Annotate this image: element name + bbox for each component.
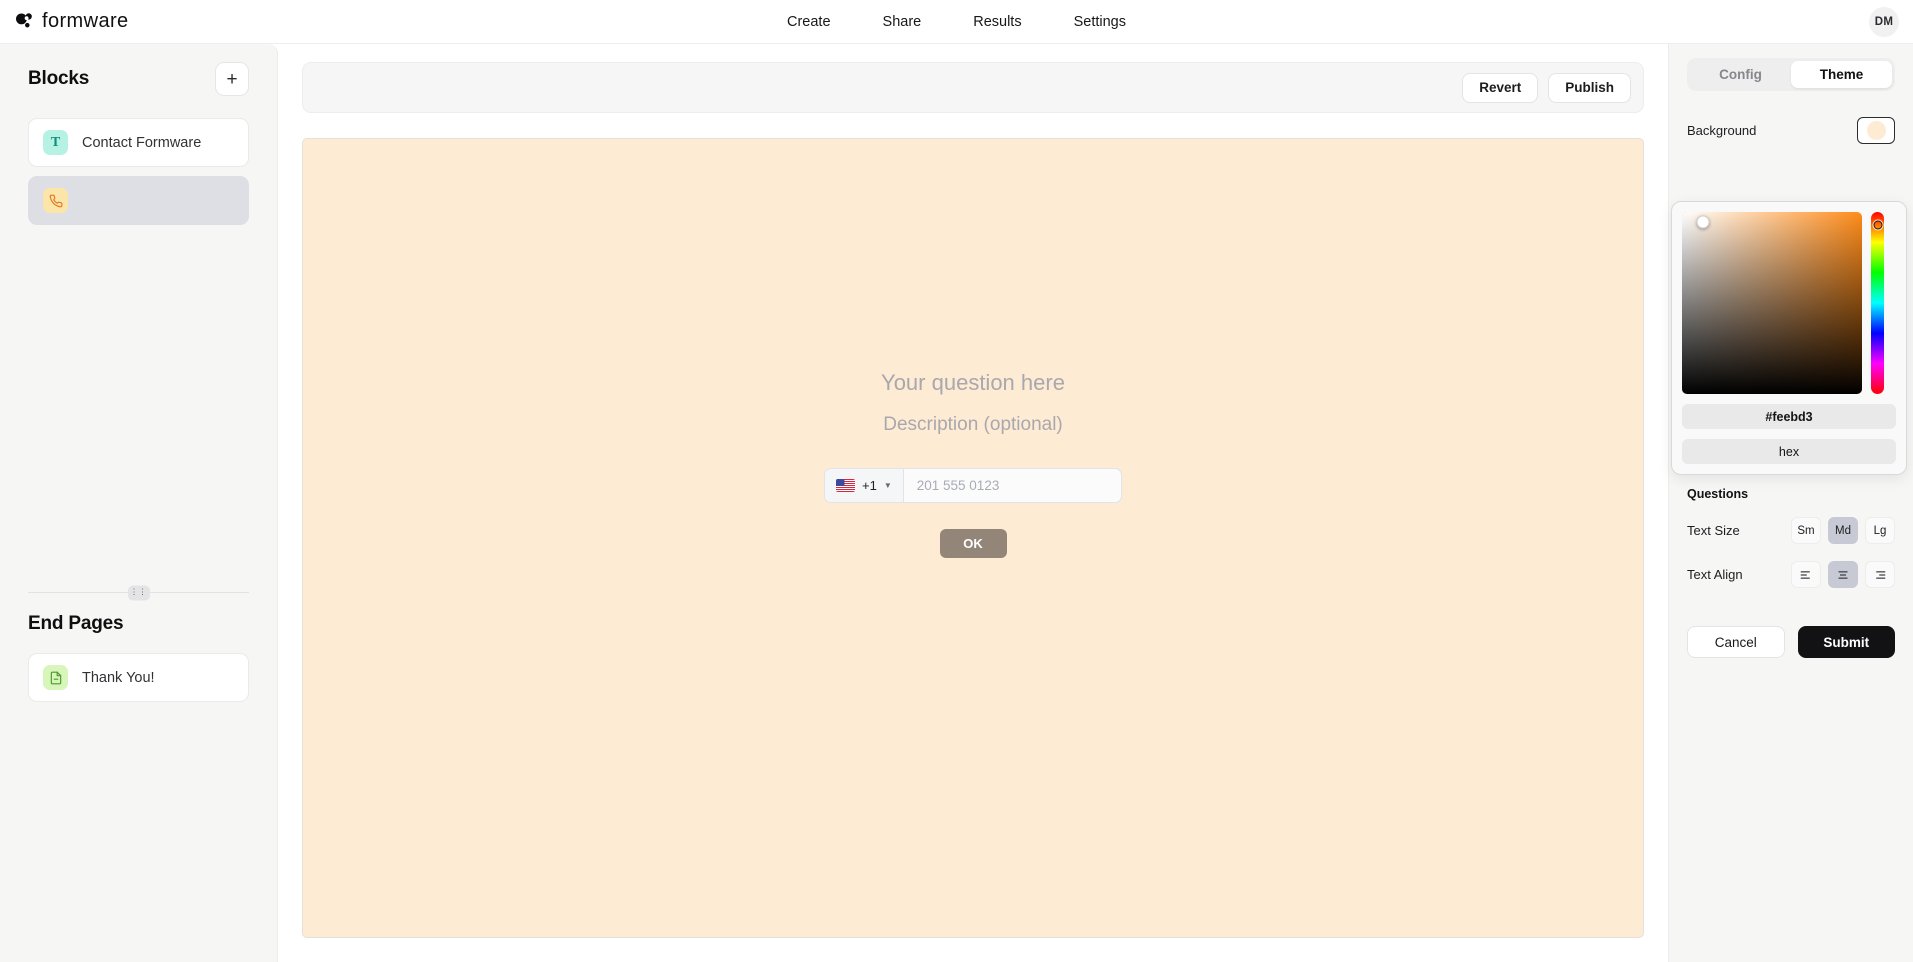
questions-align-center-button[interactable] — [1828, 561, 1858, 588]
questions-align-left-button[interactable] — [1791, 561, 1821, 588]
background-color-swatch — [1866, 121, 1886, 140]
hue-slider-handle[interactable] — [1873, 220, 1882, 230]
form-question-stack: Your question here Description (optional… — [303, 370, 1643, 558]
background-color-swatch-button[interactable] — [1857, 117, 1895, 144]
questions-align-right-button[interactable] — [1865, 561, 1895, 588]
tab-config[interactable]: Config — [1690, 61, 1791, 88]
questions-text-size-sm-button[interactable]: Sm — [1791, 517, 1821, 544]
country-code-selector[interactable]: +1 ▼ — [825, 469, 904, 502]
app-root: formware Create Share Results Settings D… — [0, 0, 1913, 962]
background-row: Background — [1687, 117, 1895, 144]
nav-item-settings[interactable]: Settings — [1074, 14, 1126, 30]
nav-item-results[interactable]: Results — [973, 14, 1021, 30]
drag-handle-glyph: ⋮⋮ — [130, 587, 147, 597]
question-title-placeholder[interactable]: Your question here — [881, 370, 1065, 396]
document-icon — [43, 665, 68, 690]
end-pages-panel: End Pages Thank You! — [0, 593, 277, 962]
saturation-value-handle[interactable] — [1696, 215, 1710, 229]
drag-handle[interactable]: ⋮⋮ — [127, 585, 150, 600]
ok-button[interactable]: OK — [939, 529, 1007, 558]
publish-button[interactable]: Publish — [1548, 72, 1631, 103]
brand-logo[interactable]: formware — [0, 10, 129, 33]
align-left-icon — [1800, 570, 1810, 579]
theme-settings-panel: Config Theme Background #feebd3 hex Ques… — [1668, 44, 1913, 962]
text-block-icon: T — [43, 130, 68, 155]
blocks-panel: Blocks + T Contact Formware — [0, 44, 277, 592]
panel-tabs: Config Theme — [1687, 58, 1895, 91]
background-label: Background — [1687, 123, 1757, 138]
questions-text-align-row: Text Align — [1687, 561, 1895, 588]
country-code-label: +1 — [862, 478, 877, 493]
questions-text-align-button-group — [1791, 561, 1895, 588]
add-block-button[interactable]: + — [215, 62, 249, 96]
questions-section-title: Questions — [1687, 487, 1749, 501]
color-picker-canvas-row — [1682, 212, 1896, 394]
blocks-panel-header: Blocks + — [28, 62, 249, 96]
block-item-label: Contact Formware — [82, 134, 202, 151]
color-picker-popover: #feebd3 hex — [1671, 201, 1907, 475]
end-page-item-label: Thank You! — [82, 669, 155, 686]
color-format-selector[interactable]: hex — [1682, 439, 1896, 464]
top-navigation-bar: formware Create Share Results Settings D… — [0, 0, 1913, 44]
phone-input-group: +1 ▼ 201 555 0123 — [824, 468, 1122, 503]
question-description-placeholder[interactable]: Description (optional) — [883, 414, 1063, 436]
left-sidebar: Blocks + T Contact Formware ⋮⋮ End Pages… — [0, 44, 278, 962]
text-align-label: Text Align — [1687, 567, 1743, 582]
tab-theme[interactable]: Theme — [1791, 61, 1892, 88]
block-item-contact-formware[interactable]: T Contact Formware — [28, 118, 249, 167]
editor-toolbar: Revert Publish — [302, 62, 1644, 113]
main-nav: Create Share Results Settings — [0, 14, 1913, 30]
nav-item-share[interactable]: Share — [883, 14, 922, 30]
phone-block-icon — [43, 188, 68, 213]
end-pages-title: End Pages — [28, 613, 124, 634]
text-size-label: Text Size — [1687, 523, 1740, 538]
value-gradient-layer — [1682, 212, 1862, 394]
panel-footer-actions: Cancel Submit — [1687, 626, 1895, 658]
hex-value-input[interactable]: #feebd3 — [1682, 404, 1896, 429]
us-flag-icon — [836, 479, 855, 492]
brand-name: formware — [42, 10, 129, 32]
questions-text-size-md-button[interactable]: Md — [1828, 517, 1858, 544]
cancel-button[interactable]: Cancel — [1687, 626, 1785, 658]
chevron-down-icon: ▼ — [883, 481, 892, 490]
hue-slider[interactable] — [1871, 212, 1884, 394]
phone-number-input[interactable]: 201 555 0123 — [904, 469, 1121, 502]
editor-area: Revert Publish Your question here Descri… — [278, 44, 1668, 962]
questions-text-size-lg-button[interactable]: Lg — [1865, 517, 1895, 544]
formware-logo-icon — [16, 13, 32, 28]
align-center-icon — [1838, 570, 1848, 579]
align-right-icon — [1876, 570, 1886, 579]
blocks-title: Blocks — [28, 68, 90, 89]
block-item-phone[interactable] — [28, 176, 249, 225]
sidebar-resize-divider: ⋮⋮ — [28, 585, 249, 600]
submit-button[interactable]: Submit — [1797, 626, 1895, 658]
avatar[interactable]: DM — [1869, 6, 1899, 37]
questions-text-size-button-group: Sm Md Lg — [1791, 517, 1895, 544]
end-page-item-thank-you[interactable]: Thank You! — [28, 653, 249, 702]
questions-text-size-row: Text Size Sm Md Lg — [1687, 517, 1895, 544]
revert-button[interactable]: Revert — [1462, 72, 1539, 103]
form-preview-canvas: Your question here Description (optional… — [302, 138, 1644, 938]
saturation-value-area[interactable] — [1682, 212, 1862, 394]
nav-item-create[interactable]: Create — [787, 14, 831, 30]
app-body: Blocks + T Contact Formware ⋮⋮ End Pages… — [0, 44, 1913, 962]
